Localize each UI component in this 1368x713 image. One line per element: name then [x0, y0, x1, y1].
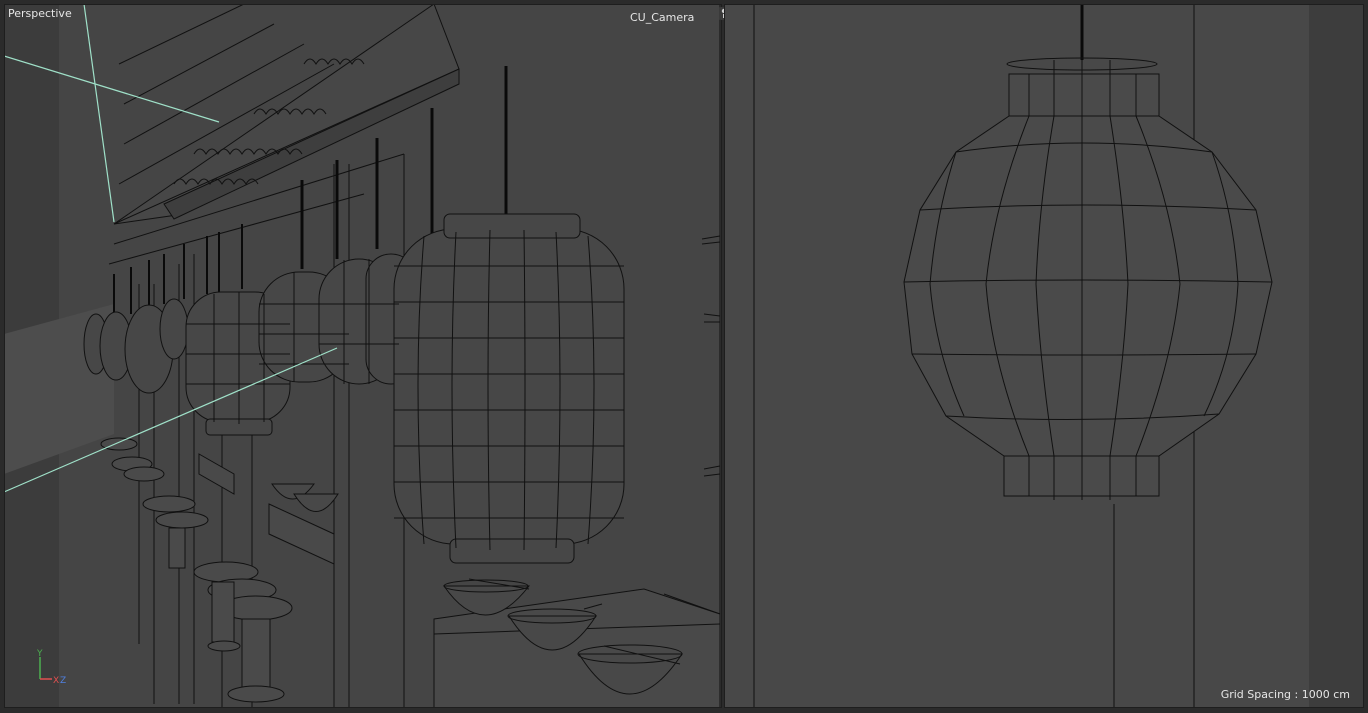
- camera-viewport[interactable]: Grid Spacing : 1000 cm: [724, 4, 1364, 708]
- axis-y-label: Y: [36, 649, 43, 659]
- axis-z-label: Z: [60, 676, 66, 686]
- cinema4d-viewports: Perspective Y X Z CU_Camera Grid Spacing…: [0, 0, 1368, 713]
- perspective-wireframe-scene: [4, 4, 722, 708]
- axis-gizmo: Y X Z: [36, 649, 72, 689]
- axis-x-label: X: [53, 676, 59, 686]
- camera-label[interactable]: CU_Camera: [630, 11, 694, 25]
- perspective-viewport[interactable]: Perspective Y X Z CU_Camera: [4, 4, 722, 708]
- grid-spacing-label: Grid Spacing : 1000 cm: [1220, 688, 1350, 701]
- viewport-label-perspective[interactable]: Perspective: [8, 7, 72, 21]
- camera-wireframe-scene: [724, 4, 1364, 708]
